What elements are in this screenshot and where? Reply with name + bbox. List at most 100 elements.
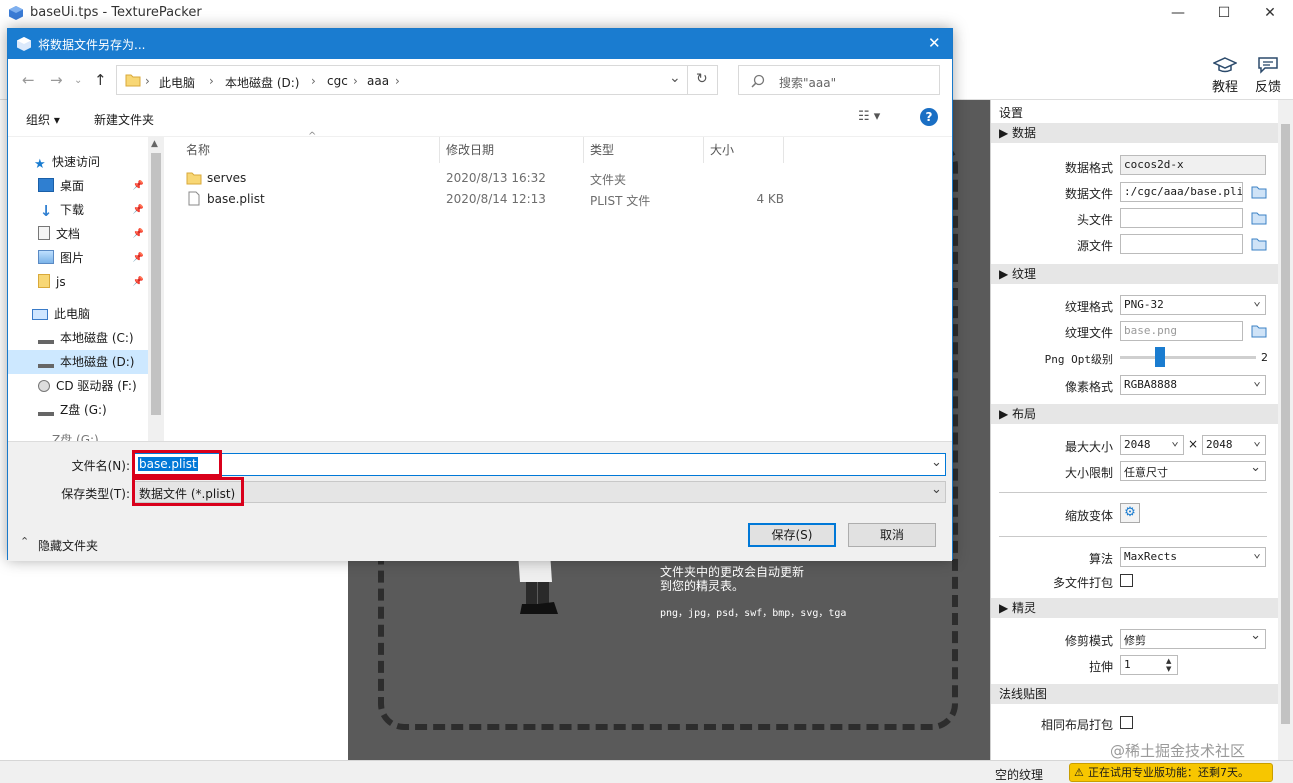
search-input[interactable]: 搜索"aaa"	[779, 74, 836, 91]
chevron-down-icon[interactable]: ⌄	[931, 455, 942, 470]
png-opt-slider-track[interactable]	[1120, 356, 1256, 359]
chevron-down-icon[interactable]: ⌄	[931, 482, 942, 497]
pin-icon[interactable]: 📌	[133, 246, 144, 270]
texture-file-input[interactable]: base.png	[1120, 321, 1243, 341]
hide-folders-toggle[interactable]: 隐藏文件夹	[38, 537, 98, 554]
scroll-up-icon[interactable]: ▲	[151, 139, 158, 149]
close-icon[interactable]: ✕	[1247, 0, 1293, 26]
section-layout-header[interactable]: ▶ 布局	[991, 404, 1278, 424]
breadcrumb-aaa[interactable]: aaa	[367, 74, 389, 88]
source-file-input[interactable]	[1120, 234, 1243, 254]
nav-pictures[interactable]: 图片 📌	[8, 246, 148, 270]
cancel-button[interactable]: 取消	[848, 523, 936, 547]
dialog-command-bar: 组织 ▾ 新建文件夹 ☷ ▾ ?	[8, 99, 952, 137]
chevron-down-icon[interactable]: ⌄	[669, 70, 681, 86]
column-header-type[interactable]: 类型	[584, 137, 704, 163]
texture-format-dropdown[interactable]: PNG-32	[1120, 295, 1266, 315]
size-limit-dropdown[interactable]: 任意尺寸	[1120, 461, 1266, 481]
nav-desktop[interactable]: 桌面 📌	[8, 174, 148, 198]
data-file-label: 数据文件	[1064, 187, 1113, 201]
folder-icon	[125, 74, 141, 87]
pin-icon[interactable]: 📌	[133, 198, 144, 222]
folder-open-icon[interactable]	[1251, 185, 1267, 199]
gear-icon[interactable]: ⚙	[1120, 503, 1140, 523]
nav-scroll-thumb[interactable]	[151, 153, 161, 415]
crumb-separator: ›	[145, 74, 150, 88]
max-width-dropdown[interactable]: 2048	[1120, 435, 1184, 455]
section-normal-map-header[interactable]: 法线贴图	[991, 684, 1278, 704]
breadcrumb-this-pc[interactable]: 此电脑	[159, 74, 195, 91]
search-box[interactable]: 搜索"aaa"	[738, 65, 940, 95]
recent-dropdown-icon[interactable]: ⌄	[74, 75, 82, 86]
maximize-icon[interactable]: ☐	[1201, 0, 1247, 26]
close-icon[interactable]: ✕	[928, 34, 941, 52]
nav-quick-access[interactable]: ★ 快速访问	[8, 150, 148, 174]
back-arrow-icon[interactable]: ←	[22, 71, 35, 89]
trial-badge[interactable]: ⚠ 正在试用专业版功能：还剩7天。	[1069, 763, 1273, 782]
column-header-size[interactable]: 大小	[704, 137, 784, 163]
nav-downloads[interactable]: ↓ 下载 📌	[8, 198, 148, 222]
nav-documents[interactable]: 文档 📌	[8, 222, 148, 246]
texturepacker-app-icon	[9, 6, 23, 20]
folder-open-icon[interactable]	[1251, 211, 1267, 225]
filetype-dropdown[interactable]: 数据文件 (*.plist) ⌄	[134, 481, 946, 503]
organize-menu[interactable]: 组织 ▾	[26, 111, 60, 128]
nav-js-folder[interactable]: js 📌	[8, 270, 148, 294]
pin-icon[interactable]: 📌	[133, 270, 144, 294]
table-row[interactable]: base.plist 2020/8/14 12:13 PLIST 文件 4 KB	[180, 188, 800, 210]
nav-scrollbar[interactable]: ▲ ▼	[148, 137, 164, 469]
header-file-input[interactable]	[1120, 208, 1243, 228]
minimize-icon[interactable]: —	[1155, 0, 1201, 26]
breadcrumb-cgc[interactable]: cgc	[327, 74, 348, 88]
main-window-title: baseUi.tps - TexturePacker	[30, 5, 202, 20]
help-icon[interactable]: ?	[920, 108, 938, 126]
header-file-label: 头文件	[1076, 213, 1113, 227]
breadcrumb-drive-d[interactable]: 本地磁盘 (D:)	[225, 74, 299, 91]
nav-drive-c[interactable]: 本地磁盘 (C:)	[8, 326, 148, 350]
section-texture-header[interactable]: ▶ 纹理	[991, 264, 1278, 284]
png-opt-slider-handle[interactable]	[1155, 347, 1165, 367]
nav-this-pc[interactable]: 此电脑	[8, 302, 148, 326]
trim-mode-dropdown[interactable]: 修剪	[1120, 629, 1266, 649]
section-sprite-header[interactable]: ▶ 精灵	[991, 598, 1278, 618]
filename-input[interactable]: base.plist ⌄	[134, 453, 946, 476]
up-arrow-icon[interactable]: ↑	[94, 71, 107, 89]
refresh-button[interactable]: ↻	[688, 65, 718, 95]
table-row[interactable]: serves 2020/8/13 16:32 文件夹	[180, 167, 800, 189]
nav-label: js	[56, 275, 66, 289]
status-bar: 空的纹理 ⚠ 正在试用专业版功能：还剩7天。	[0, 760, 1293, 783]
save-button[interactable]: 保存(S)	[748, 523, 836, 547]
settings-panel: 设置 ▶ 数据 数据格式 cocos2d-x 数据文件 :/cgc/aaa/ba…	[990, 100, 1278, 760]
max-height-dropdown[interactable]: 2048	[1202, 435, 1266, 455]
tutorial-button[interactable]: 教程	[1205, 56, 1245, 100]
forward-arrow-icon[interactable]: →	[50, 71, 63, 89]
nav-drive-g[interactable]: Z盘 (G:)	[8, 398, 148, 422]
column-header-name[interactable]: 名称	[180, 137, 440, 163]
divider	[8, 441, 952, 442]
settings-scroll-thumb[interactable]	[1281, 124, 1290, 724]
pin-icon[interactable]: 📌	[133, 222, 144, 246]
multipack-checkbox[interactable]	[1120, 574, 1133, 587]
nav-drive-f[interactable]: CD 驱动器 (F:)	[8, 374, 148, 398]
data-file-input[interactable]: :/cgc/aaa/base.plist	[1120, 182, 1243, 202]
column-header-date[interactable]: 修改日期	[440, 137, 584, 163]
section-data-header[interactable]: ▶ 数据	[991, 123, 1278, 143]
folder-open-icon[interactable]	[1251, 324, 1267, 338]
folder-open-icon[interactable]	[1251, 237, 1267, 251]
address-bar[interactable]: › 此电脑 › 本地磁盘 (D:) › cgc › aaa › ⌄	[116, 65, 688, 95]
drop-hint-line-1: 文件夹中的更改会自动更新	[660, 565, 805, 579]
pin-icon[interactable]: 📌	[133, 174, 144, 198]
feedback-button[interactable]: 反馈	[1248, 56, 1288, 100]
spin-arrows-icon[interactable]: ▲ ▼	[1166, 657, 1171, 673]
view-options-icon[interactable]: ☷ ▾	[858, 109, 880, 124]
new-folder-button[interactable]: 新建文件夹	[94, 111, 154, 128]
settings-header: 设置	[999, 106, 1024, 120]
data-format-field[interactable]: cocos2d-x	[1120, 155, 1266, 175]
same-layout-checkbox[interactable]	[1120, 716, 1133, 729]
file-name: serves	[207, 171, 247, 185]
chevron-up-icon[interactable]: ⌃	[20, 535, 29, 548]
algorithm-dropdown[interactable]: MaxRects	[1120, 547, 1266, 567]
pixel-format-dropdown[interactable]: RGBA8888	[1120, 375, 1266, 395]
nav-drive-d[interactable]: 本地磁盘 (D:)	[8, 350, 148, 374]
settings-scrollbar[interactable]	[1278, 100, 1293, 760]
